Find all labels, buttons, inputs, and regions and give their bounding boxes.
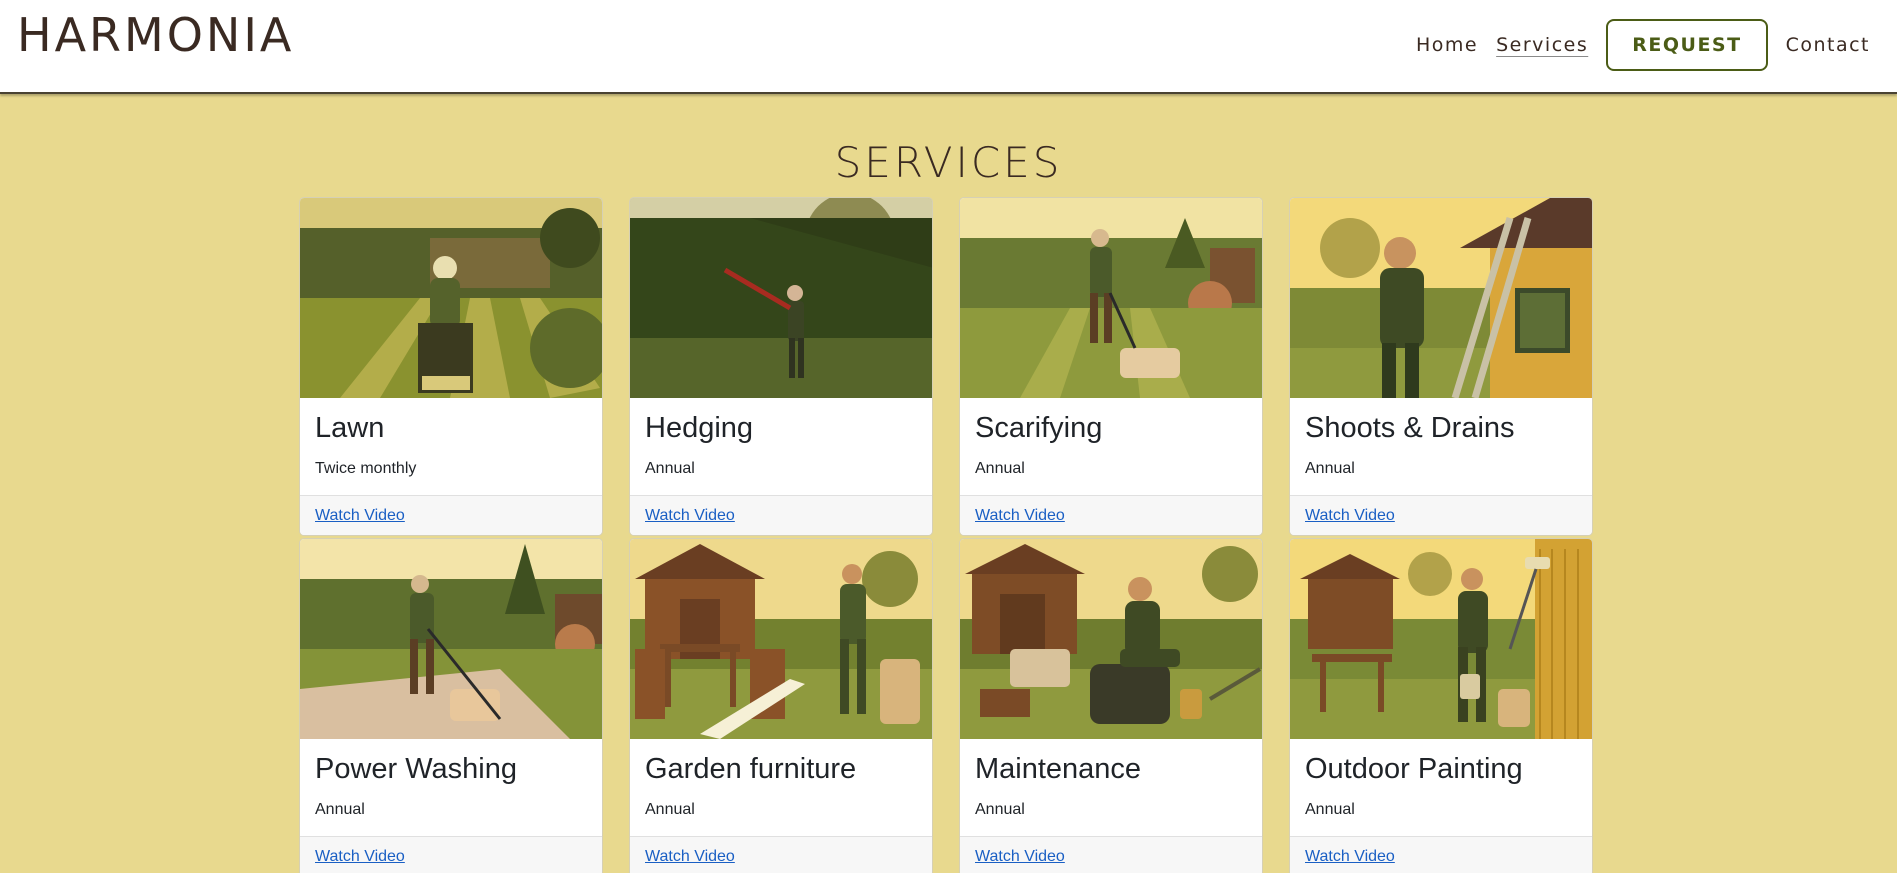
watch-video-link[interactable]: Watch Video	[645, 848, 735, 866]
card-footer: Watch Video	[300, 836, 602, 873]
card-frequency: Annual	[1305, 801, 1355, 818]
watch-video-link[interactable]: Watch Video	[1305, 848, 1395, 866]
card-title: Power Washing	[315, 753, 518, 785]
service-card: Outdoor Painting Annual Watch Video	[1289, 538, 1593, 873]
garden-furniture-illustration	[630, 539, 932, 739]
card-footer: Watch Video	[960, 836, 1262, 873]
card-frequency: Annual	[975, 460, 1025, 477]
card-footer: Watch Video	[960, 495, 1262, 535]
service-card: Lawn Twice monthly Watch Video	[299, 197, 603, 536]
card-frequency: Annual	[1305, 460, 1355, 477]
lawn-illustration	[300, 198, 602, 398]
service-card: Power Washing Annual Watch Video	[299, 538, 603, 873]
hedging-illustration	[630, 198, 932, 398]
site-logo[interactable]: HARMONIA	[17, 8, 294, 62]
shoots-drains-illustration	[1290, 198, 1592, 398]
nav-services[interactable]: Services	[1496, 34, 1588, 56]
site-header: HARMONIA Home Services REQUEST Contact	[0, 0, 1897, 94]
watch-video-link[interactable]: Watch Video	[975, 848, 1065, 866]
service-card: Hedging Annual Watch Video	[629, 197, 933, 536]
service-card: Maintenance Annual Watch Video	[959, 538, 1263, 873]
watch-video-link[interactable]: Watch Video	[315, 507, 405, 525]
card-frequency: Annual	[645, 460, 695, 477]
service-card: Shoots & Drains Annual Watch Video	[1289, 197, 1593, 536]
request-button[interactable]: REQUEST	[1606, 19, 1768, 71]
card-title: Scarifying	[975, 412, 1103, 444]
services-grid: Lawn Twice monthly Watch Video Hedging A…	[299, 197, 1593, 873]
nav-home[interactable]: Home	[1416, 34, 1478, 56]
card-title: Shoots & Drains	[1305, 412, 1515, 444]
watch-video-link[interactable]: Watch Video	[1305, 507, 1395, 525]
card-title: Garden furniture	[645, 753, 857, 785]
card-frequency: Annual	[975, 801, 1025, 818]
watch-video-link[interactable]: Watch Video	[315, 848, 405, 866]
card-footer: Watch Video	[1290, 836, 1592, 873]
card-frequency: Annual	[645, 801, 695, 818]
service-card: Scarifying Annual Watch Video	[959, 197, 1263, 536]
card-frequency: Twice monthly	[315, 460, 417, 477]
card-footer: Watch Video	[300, 495, 602, 535]
card-title: Hedging	[645, 412, 754, 444]
watch-video-link[interactable]: Watch Video	[645, 507, 735, 525]
page-title: SERVICES	[834, 138, 1063, 187]
nav-contact[interactable]: Contact	[1786, 34, 1870, 56]
card-frequency: Annual	[315, 801, 365, 818]
main-nav: Home Services REQUEST Contact	[1398, 19, 1870, 71]
card-footer: Watch Video	[630, 495, 932, 535]
power-washing-illustration	[300, 539, 602, 739]
card-footer: Watch Video	[1290, 495, 1592, 535]
card-footer: Watch Video	[630, 836, 932, 873]
outdoor-painting-illustration	[1290, 539, 1592, 739]
scarifying-illustration	[960, 198, 1262, 398]
service-card: Garden furniture Annual Watch Video	[629, 538, 933, 873]
maintenance-illustration	[960, 539, 1262, 739]
watch-video-link[interactable]: Watch Video	[975, 507, 1065, 525]
card-title: Maintenance	[975, 753, 1142, 785]
card-title: Lawn	[315, 412, 385, 444]
card-title: Outdoor Painting	[1305, 753, 1523, 785]
